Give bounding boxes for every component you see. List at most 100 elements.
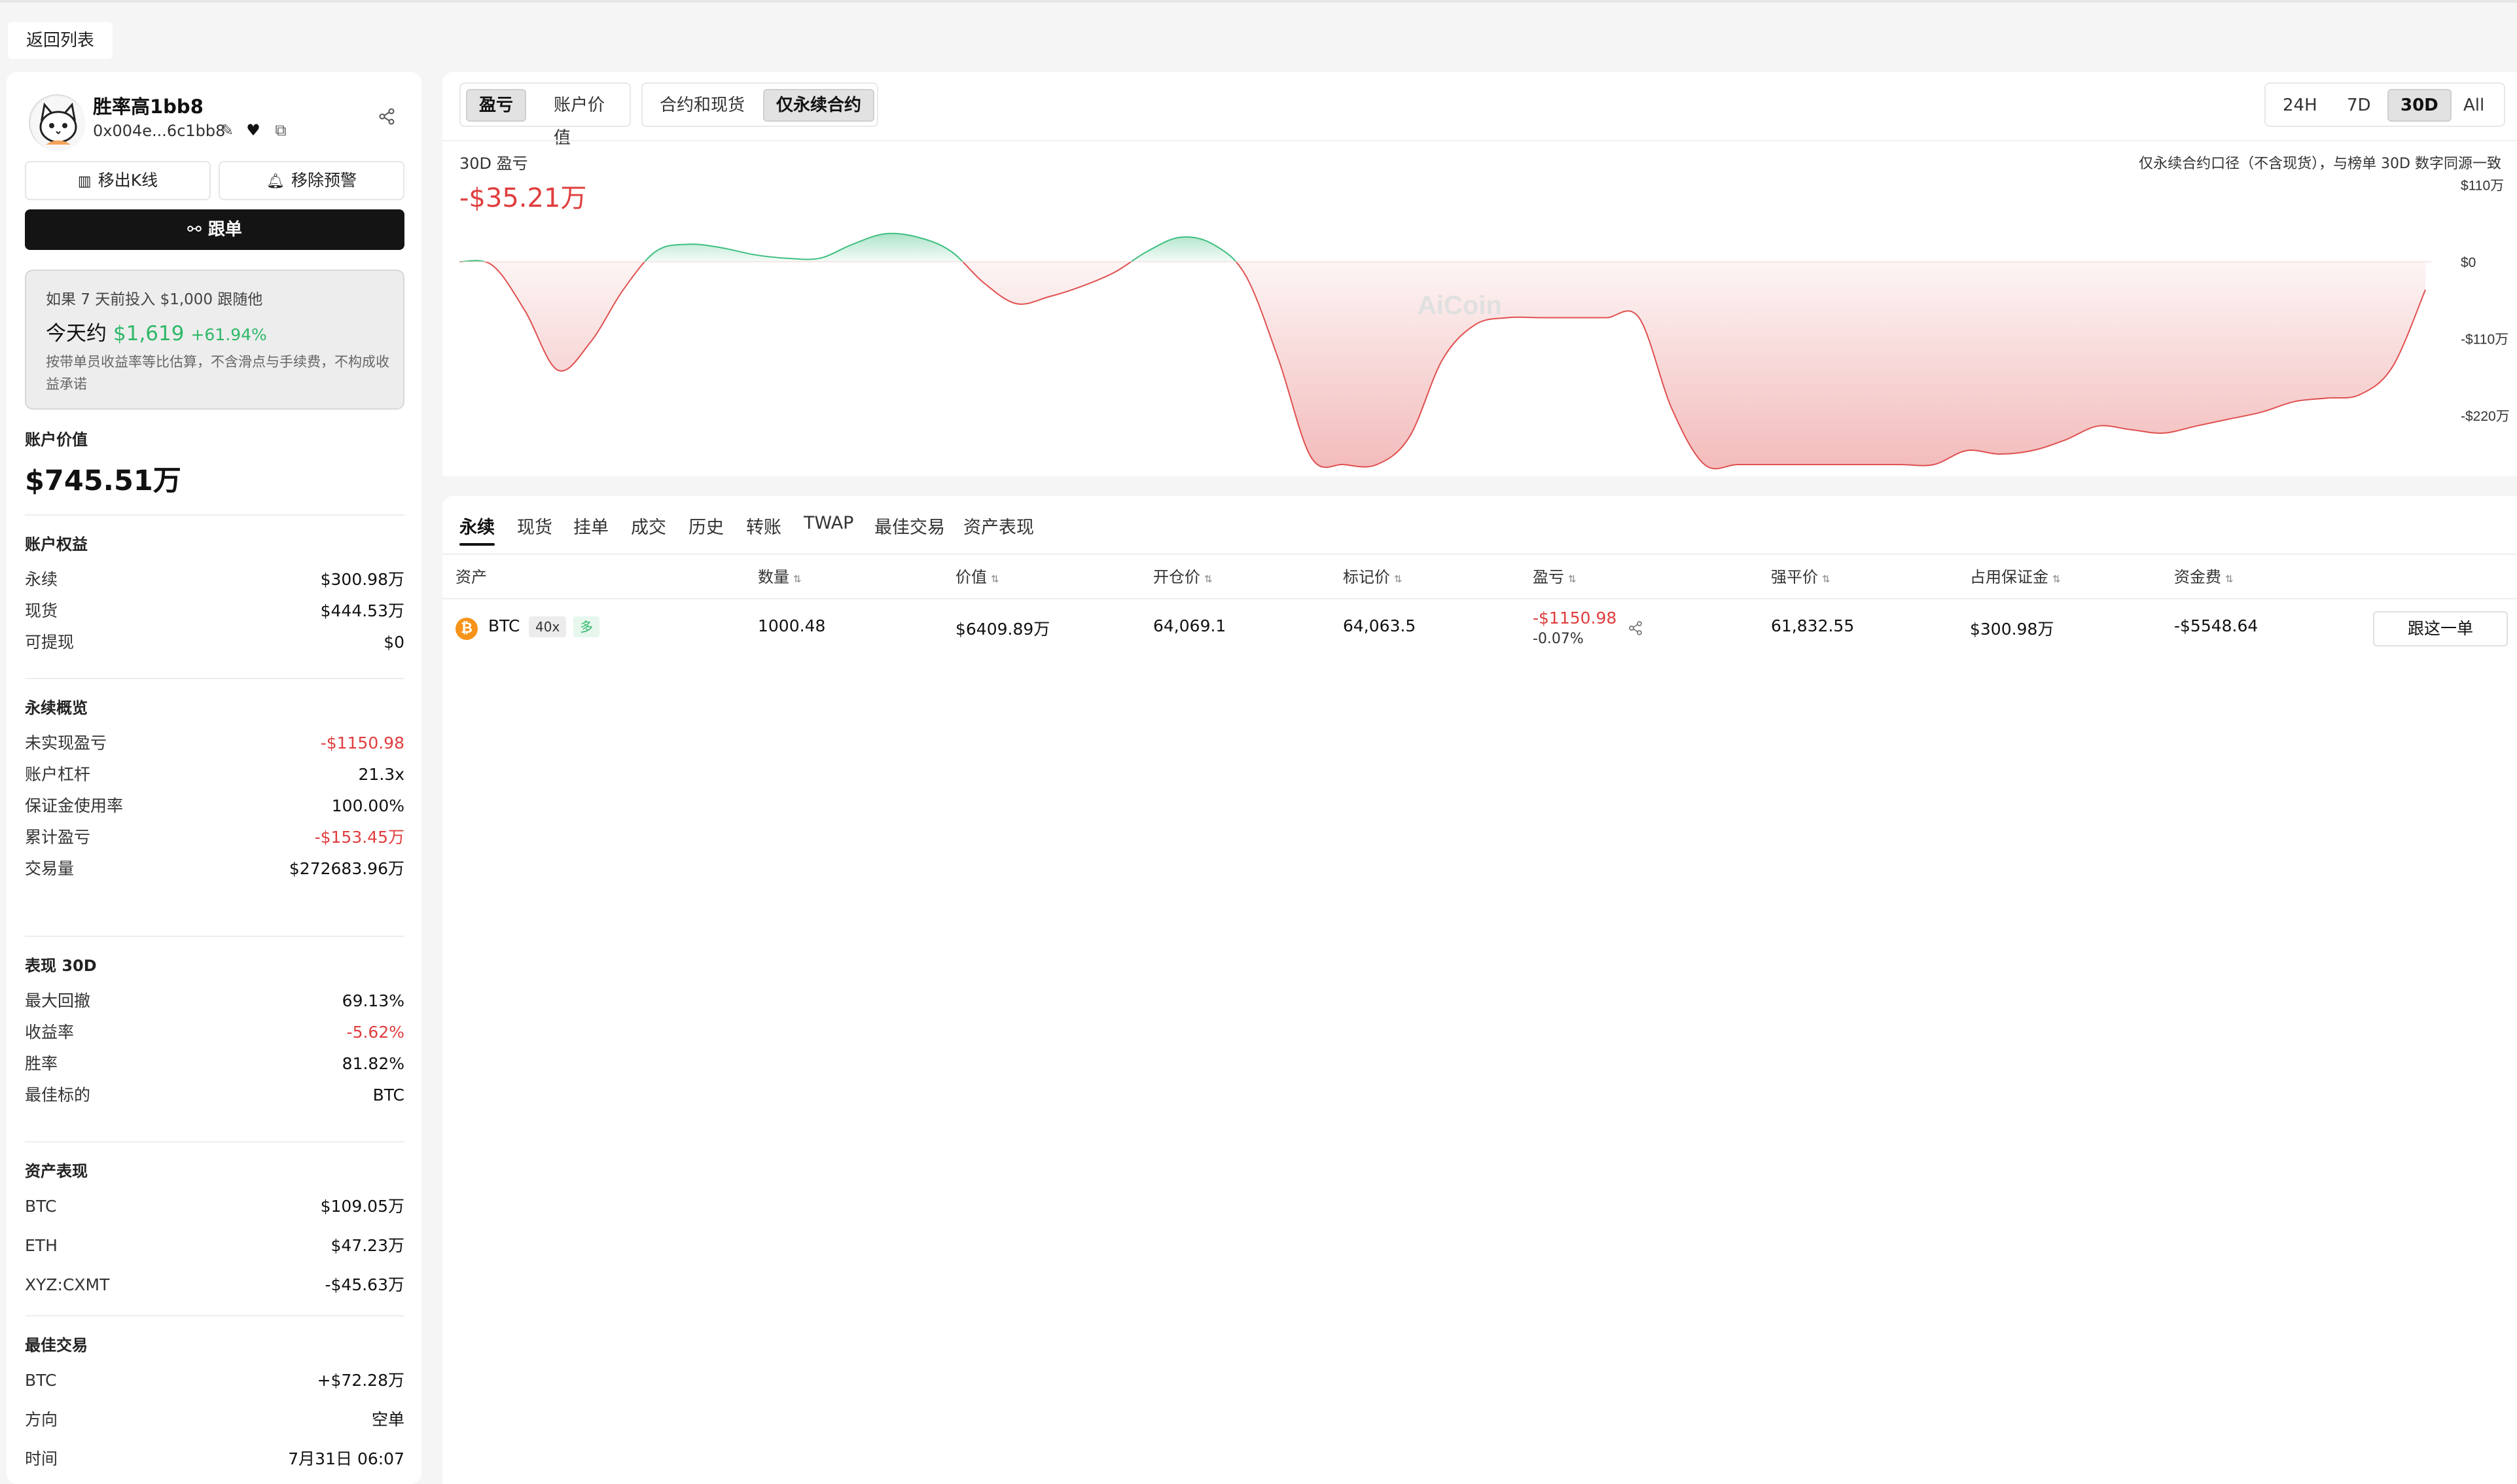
- position-pnl: -$1150.98: [1533, 609, 1617, 627]
- stat-row: XYZ:CXMT -$45.63万: [25, 1272, 404, 1298]
- avatar: [29, 94, 86, 151]
- tab-0[interactable]: 永续: [459, 513, 495, 546]
- stat-value: $0: [384, 633, 404, 652]
- stat-row: 时间 7月31日 06:07: [25, 1446, 404, 1472]
- stat-label: XYZ:CXMT: [25, 1275, 110, 1294]
- account-value: $745.51万: [25, 465, 181, 497]
- column-header[interactable]: 资金费 ⇅: [2174, 564, 2234, 587]
- sort-icon[interactable]: ⇅: [1204, 573, 1213, 585]
- tab-3[interactable]: 成交: [631, 513, 666, 546]
- stat-value: BTC: [372, 1086, 404, 1104]
- pnl-chart-card: 盈亏 账户价值 合约和现货 仅永续合约 24H 7D 30D All 30D 盈…: [442, 72, 2517, 476]
- tab-5[interactable]: 转账: [746, 513, 781, 546]
- share-icon[interactable]: [377, 107, 397, 127]
- stat-label: 保证金使用率: [25, 796, 124, 815]
- stat-label: 交易量: [25, 859, 75, 878]
- tab-7[interactable]: 最佳交易: [874, 513, 945, 546]
- stat-row: 永续 $300.98万: [25, 567, 404, 593]
- y-tick-label: -$220万: [2461, 409, 2510, 424]
- stat-row: 未实现盈亏 -$1150.98: [25, 730, 404, 756]
- tab-8[interactable]: 资产表现: [963, 513, 1034, 546]
- stat-row: 保证金使用率 100.00%: [25, 793, 404, 819]
- y-tick-label: $110万: [2461, 178, 2504, 193]
- remove-kline-button[interactable]: ▥ 移出K线: [25, 161, 211, 200]
- asset-performance-title: 资产表现: [25, 1162, 88, 1180]
- sort-icon[interactable]: ⇅: [793, 573, 802, 585]
- stat-label: BTC: [25, 1371, 57, 1390]
- divider: [25, 1315, 404, 1316]
- remove-alert-label: 移除预警: [291, 171, 357, 190]
- copy-trade-icon: ⚯: [187, 220, 202, 239]
- column-header-label: 开仓价: [1153, 568, 1200, 586]
- sort-icon[interactable]: ⇅: [2225, 573, 2234, 585]
- column-header-label: 数量: [758, 568, 789, 586]
- column-header[interactable]: 开仓价 ⇅: [1153, 564, 1213, 587]
- column-header-label: 资金费: [2174, 568, 2221, 586]
- column-header-label: 强平价: [1771, 568, 1818, 586]
- remove-alert-button[interactable]: 🔔︎ 移除预警: [219, 161, 404, 200]
- chart-series-layer: [459, 232, 2432, 470]
- copy-trade-button[interactable]: ⚯ 跟单: [25, 209, 404, 250]
- column-header[interactable]: 数量 ⇅: [758, 564, 802, 587]
- performance-title: 表现 30D: [25, 957, 97, 975]
- stat-value: -$1150.98: [320, 733, 404, 752]
- position-quantity: 1000.48: [758, 616, 826, 635]
- stat-row: 方向 空单: [25, 1407, 404, 1433]
- stat-value: $109.05万: [320, 1197, 404, 1216]
- stat-label: 账户杠杆: [25, 765, 91, 784]
- stat-row: 可提现 $0: [25, 629, 404, 656]
- divider: [442, 598, 2517, 599]
- stat-label: 最大回撤: [25, 991, 91, 1010]
- copy-trade-label: 跟单: [207, 220, 242, 239]
- stat-label: 胜率: [25, 1054, 58, 1073]
- stat-label: ETH: [25, 1236, 58, 1255]
- position-pnl-pct: -0.07%: [1533, 631, 1584, 647]
- stat-value: 69.13%: [342, 991, 404, 1010]
- divider: [25, 678, 404, 679]
- stat-value: 空单: [371, 1410, 404, 1429]
- y-tick-label: $0: [2461, 255, 2476, 270]
- stat-label: BTC: [25, 1197, 57, 1216]
- sort-icon[interactable]: ⇅: [1822, 573, 1830, 585]
- equity-title: 账户权益: [25, 535, 88, 554]
- sort-icon[interactable]: ⇅: [991, 573, 999, 585]
- column-header[interactable]: 价值 ⇅: [955, 564, 999, 587]
- tab-2[interactable]: 挂单: [573, 513, 609, 546]
- stat-row: 胜率 81.82%: [25, 1051, 404, 1077]
- column-header[interactable]: 强平价 ⇅: [1771, 564, 1830, 587]
- stat-row: 现货 $444.53万: [25, 598, 404, 624]
- stat-row: 收益率 -5.62%: [25, 1019, 404, 1046]
- chart-watermark: AiCoin: [1418, 291, 1502, 320]
- column-header: 资产: [455, 564, 487, 587]
- stat-row: BTC +$72.28万: [25, 1368, 404, 1394]
- sort-icon[interactable]: ⇅: [1568, 573, 1577, 585]
- position-asset: BTC: [488, 616, 520, 635]
- column-header[interactable]: 标记价 ⇅: [1343, 564, 1402, 587]
- tab-4[interactable]: 历史: [688, 513, 724, 546]
- stat-row: 最大回撤 69.13%: [25, 988, 404, 1014]
- sort-icon[interactable]: ⇅: [2052, 573, 2061, 585]
- stat-value: $300.98万: [320, 570, 404, 589]
- sort-icon[interactable]: ⇅: [1394, 573, 1402, 585]
- follow-simulation-card: 如果 7 天前投入 $1,000 跟随他 今天约 $1,619 +61.94% 按带…: [25, 270, 404, 410]
- column-header[interactable]: 盈亏 ⇅: [1533, 564, 1577, 587]
- y-axis: $110万 $0 -$110万 -$220万: [2461, 178, 2510, 424]
- follow-this-trade-button[interactable]: 跟这一单: [2373, 611, 2508, 646]
- bell-icon: 🔔︎: [266, 173, 285, 190]
- stat-row: BTC $109.05万: [25, 1193, 404, 1220]
- tab-6[interactable]: TWAP: [804, 513, 853, 546]
- back-to-list-button[interactable]: 返回列表: [8, 22, 113, 59]
- position-mark-price: 64,063.5: [1343, 616, 1416, 635]
- stat-value: $272683.96万: [289, 859, 404, 878]
- copy-icon[interactable]: ⧉: [271, 120, 291, 140]
- remove-kline-label: 移出K线: [98, 171, 158, 190]
- stat-value: -$45.63万: [325, 1275, 405, 1294]
- share-icon[interactable]: [1626, 620, 1645, 640]
- edit-icon[interactable]: ✎: [217, 120, 237, 140]
- column-header-label: 资产: [455, 568, 487, 586]
- position-liq-price: 61,832.55: [1771, 616, 1855, 635]
- tab-1[interactable]: 现货: [517, 513, 552, 546]
- position-margin: $300.98万: [1970, 620, 2054, 639]
- heart-icon[interactable]: ♥: [243, 120, 263, 140]
- column-header[interactable]: 占用保证金 ⇅: [1970, 564, 2061, 587]
